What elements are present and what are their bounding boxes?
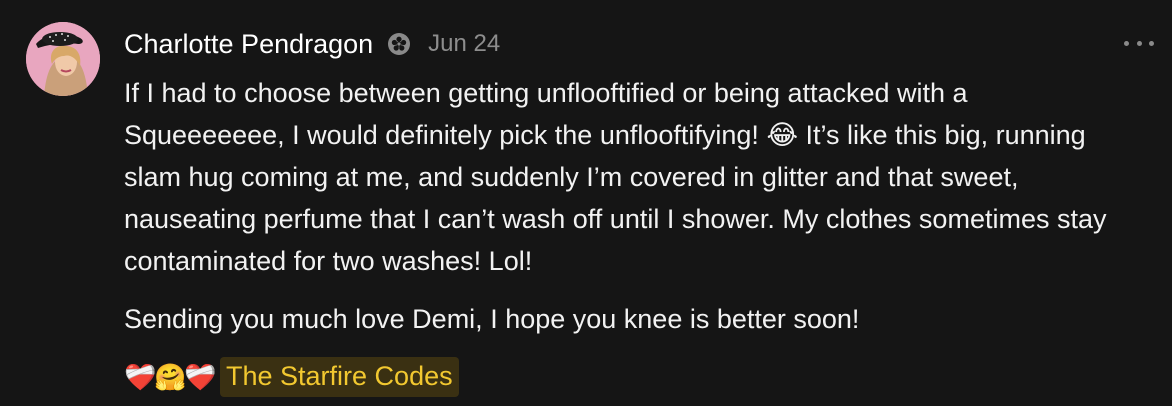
avatar-portrait-icon bbox=[26, 22, 100, 96]
more-options-icon[interactable] bbox=[1124, 34, 1154, 52]
laughing-emoji: 😂 bbox=[766, 120, 798, 150]
post-body: If I had to choose between getting unflo… bbox=[124, 72, 1124, 340]
dot bbox=[1149, 40, 1154, 46]
hugging-face-emoji: 🤗 bbox=[154, 362, 187, 392]
author-avatar[interactable] bbox=[26, 22, 100, 96]
dot bbox=[1136, 40, 1142, 46]
mending-heart-emoji: ❤️‍🩹 bbox=[124, 362, 157, 392]
paragraph-1: If I had to choose between getting unflo… bbox=[124, 72, 1124, 282]
verified-flower-icon bbox=[387, 32, 411, 56]
mending-heart-emoji: ❤️‍🩹 bbox=[184, 362, 217, 392]
dot bbox=[1124, 40, 1129, 46]
signature: ❤️‍🩹 🤗 ❤️‍🩹 The Starfire Codes bbox=[124, 357, 459, 397]
post-header: Charlotte Pendragon Jun 24 bbox=[124, 26, 500, 62]
post-date[interactable]: Jun 24 bbox=[428, 30, 500, 58]
highlighted-signature-text[interactable]: The Starfire Codes bbox=[220, 357, 459, 397]
author-name[interactable]: Charlotte Pendragon bbox=[124, 29, 373, 60]
paragraph-2: Sending you much love Demi, I hope you k… bbox=[124, 304, 860, 334]
